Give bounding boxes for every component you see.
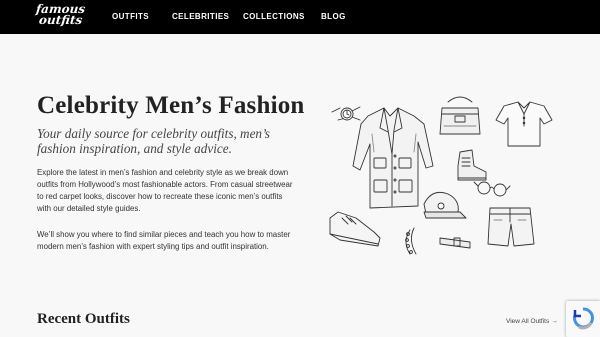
shorts-icon — [487, 207, 535, 247]
bracelet-icon — [405, 227, 417, 255]
watch-icon — [331, 106, 361, 121]
hero-subtitle: Your daily source for celebrity outfits,… — [37, 126, 270, 156]
recent-outfits-heading: Recent Outfits — [37, 311, 130, 327]
hero-intro-paragraph: Explore the latest in men’s fashion and … — [37, 168, 293, 213]
nav-celebrities[interactable]: CELEBRITIES — [172, 12, 229, 21]
boot-icon — [457, 149, 487, 181]
polo-shirt-icon — [495, 101, 553, 147]
logo-line-outfits: outfits — [38, 13, 84, 27]
recaptcha-badge[interactable] — [566, 301, 600, 337]
site-header: famous outfits OUTFITS CELEBRITIES COLLE… — [0, 0, 600, 34]
view-all-label: View All Outfits — [506, 318, 550, 325]
nav-outfits[interactable]: OUTFITS — [112, 12, 149, 21]
jacket-icon — [352, 107, 434, 209]
hero-second-paragraph: We’ll show you where to find similar pie… — [37, 230, 291, 251]
hero-title: Celebrity Men’s Fashion — [37, 92, 305, 119]
sunglasses-icon — [473, 181, 511, 197]
arrow-right-icon: → — [551, 318, 558, 325]
cap-icon — [423, 191, 467, 219]
sneaker-icon — [329, 211, 381, 247]
view-all-outfits-link[interactable]: View All Outfits → — [506, 318, 558, 325]
site-logo[interactable]: famous outfits — [35, 2, 88, 30]
recaptcha-icon — [573, 307, 594, 330]
nav-collections[interactable]: COLLECTIONS — [243, 12, 305, 21]
bag-icon — [439, 96, 481, 135]
nav-blog[interactable]: BLOG — [321, 12, 346, 21]
belt-icon — [439, 237, 471, 249]
menswear-sketch-illustration — [329, 96, 553, 255]
